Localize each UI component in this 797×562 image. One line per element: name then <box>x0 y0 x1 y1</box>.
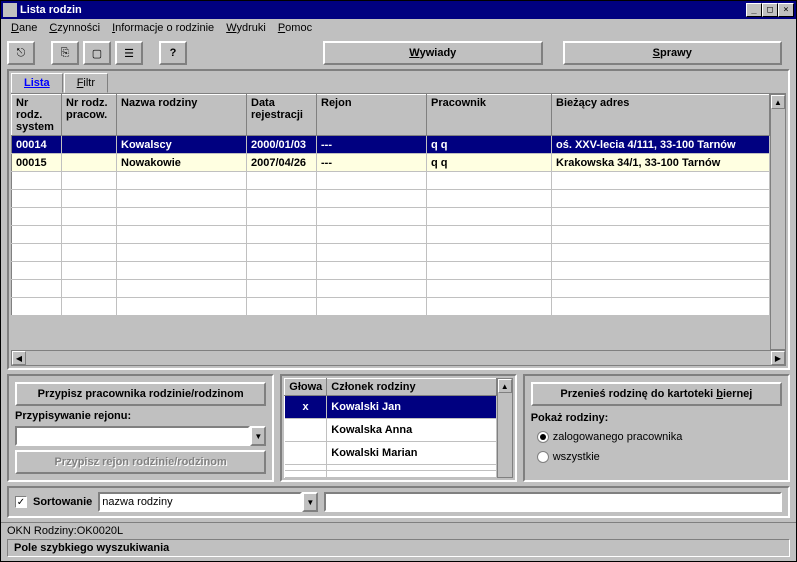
sort-combo[interactable]: nazwa rodziny <box>98 492 302 512</box>
radio-wszystkie[interactable]: wszystkie <box>531 450 782 464</box>
przenies-button[interactable]: Przenieś rodzinę do kartoteki biernej <box>531 382 782 406</box>
horizontal-scrollbar[interactable]: ◀ ▶ <box>11 350 786 366</box>
col-glowa[interactable]: Głowa <box>285 379 327 396</box>
col-nazwa[interactable]: Nazwa rodziny <box>117 95 247 136</box>
families-table[interactable]: Nr rodz. system Nr rodz. pracow. Nazwa r… <box>11 94 770 316</box>
rejon-combo[interactable] <box>15 426 250 446</box>
menu-wydruki[interactable]: Wydruki <box>220 20 272 36</box>
table-row-empty <box>12 226 770 244</box>
toolbar-btn-help[interactable]: ? <box>159 41 187 65</box>
menu-dane[interactable]: Dane <box>5 20 43 36</box>
table-row-empty <box>12 298 770 316</box>
new-icon: ▢ <box>92 47 102 60</box>
toolbar-btn-1[interactable]: ⎋ <box>7 41 35 65</box>
przypisywanie-rejonu-label: Przypisywanie rejonu: <box>15 410 266 422</box>
close-button[interactable]: × <box>778 3 794 17</box>
rejon-combo-dropdown[interactable]: ▼ <box>250 426 266 446</box>
przypisz-pracownika-button[interactable]: Przypisz pracownika rodzinie/rodzinom <box>15 382 266 406</box>
members-table[interactable]: Głowa Członek rodziny xKowalski JanKowal… <box>284 378 496 478</box>
quick-search-label: Pole szybkiego wyszukiwania <box>7 539 790 557</box>
app-icon <box>3 3 17 17</box>
scroll-up-icon[interactable]: ▲ <box>771 95 785 109</box>
sort-combo-dropdown[interactable]: ▼ <box>302 492 318 512</box>
tab-filtr[interactable]: Filtr <box>64 73 108 93</box>
col-pracownik[interactable]: Pracownik <box>427 95 552 136</box>
radio-zalogowanego[interactable]: zalogowanego pracownika <box>531 430 782 444</box>
sprawy-button[interactable]: Sprawy <box>563 41 783 65</box>
tab-lista[interactable]: Lista <box>11 73 63 93</box>
member-row-empty <box>285 464 496 471</box>
table-row-empty <box>12 190 770 208</box>
members-scrollbar[interactable]: ▲ <box>497 378 513 478</box>
radio-icon <box>537 431 549 443</box>
member-row[interactable]: xKowalski Jan <box>285 396 496 419</box>
members-scroll-up-icon[interactable]: ▲ <box>498 379 512 393</box>
col-data[interactable]: Data rejestracji <box>247 95 317 136</box>
maximize-button[interactable]: □ <box>762 3 778 17</box>
table-row[interactable]: 00015Nowakowie2007/04/26---q qKrakowska … <box>12 154 770 172</box>
col-adres[interactable]: Bieżący adres <box>552 95 770 136</box>
filter-input[interactable] <box>324 492 782 512</box>
table-row-empty <box>12 280 770 298</box>
toolbar: ⎋ ⎘ ▢ ☰ ? Wywiady Sprawy <box>1 37 796 69</box>
scroll-right-icon[interactable]: ▶ <box>771 351 785 365</box>
titlebar: Lista rodzin _ □ × <box>1 1 796 19</box>
col-czlonek[interactable]: Członek rodziny <box>327 379 496 396</box>
wywiady-button[interactable]: Wywiady <box>323 41 543 65</box>
toolbar-btn-2[interactable]: ⎘ <box>51 41 79 65</box>
table-row-empty <box>12 244 770 262</box>
menubar: Dane Czynności Informacje o rodzinie Wyd… <box>1 19 796 37</box>
member-row[interactable]: Kowalska Anna <box>285 418 496 441</box>
status-bar: OKN Rodziny:OK0020L <box>1 522 796 539</box>
copy-icon: ⎘ <box>61 47 70 60</box>
menu-pomoc[interactable]: Pomoc <box>272 20 318 36</box>
table-row-empty <box>12 208 770 226</box>
sort-checkbox[interactable]: ✓ <box>15 496 27 508</box>
col-nr-system[interactable]: Nr rodz. system <box>12 95 62 136</box>
properties-icon: ☰ <box>124 47 134 60</box>
scroll-left-icon[interactable]: ◀ <box>12 351 26 365</box>
menu-czynnosci[interactable]: Czynności <box>43 20 106 36</box>
app-window: Lista rodzin _ □ × Dane Czynności Inform… <box>0 0 797 562</box>
exit-icon: ⎋ <box>17 47 26 60</box>
toolbar-btn-3[interactable]: ▢ <box>83 41 111 65</box>
table-row-empty <box>12 262 770 280</box>
toolbar-btn-4[interactable]: ☰ <box>115 41 143 65</box>
radio-icon <box>537 451 549 463</box>
member-row-empty <box>285 471 496 478</box>
member-row[interactable]: Kowalski Marian <box>285 441 496 464</box>
col-nr-pracow[interactable]: Nr rodz. pracow. <box>62 95 117 136</box>
table-row[interactable]: 00014Kowalscy2000/01/03---q qoś. XXV-lec… <box>12 136 770 154</box>
window-title: Lista rodzin <box>20 4 746 16</box>
pokaz-rodziny-label: Pokaż rodziny: <box>531 412 782 424</box>
table-row-empty <box>12 172 770 190</box>
minimize-button[interactable]: _ <box>746 3 762 17</box>
vertical-scrollbar[interactable]: ▲ <box>770 94 786 350</box>
col-rejon[interactable]: Rejon <box>317 95 427 136</box>
menu-informacje[interactable]: Informacje o rodzinie <box>106 20 220 36</box>
przypisz-rejon-button[interactable]: Przypisz rejon rodzinie/rodzinom <box>15 450 266 474</box>
help-icon: ? <box>170 47 177 59</box>
sort-label: Sortowanie <box>33 496 92 508</box>
